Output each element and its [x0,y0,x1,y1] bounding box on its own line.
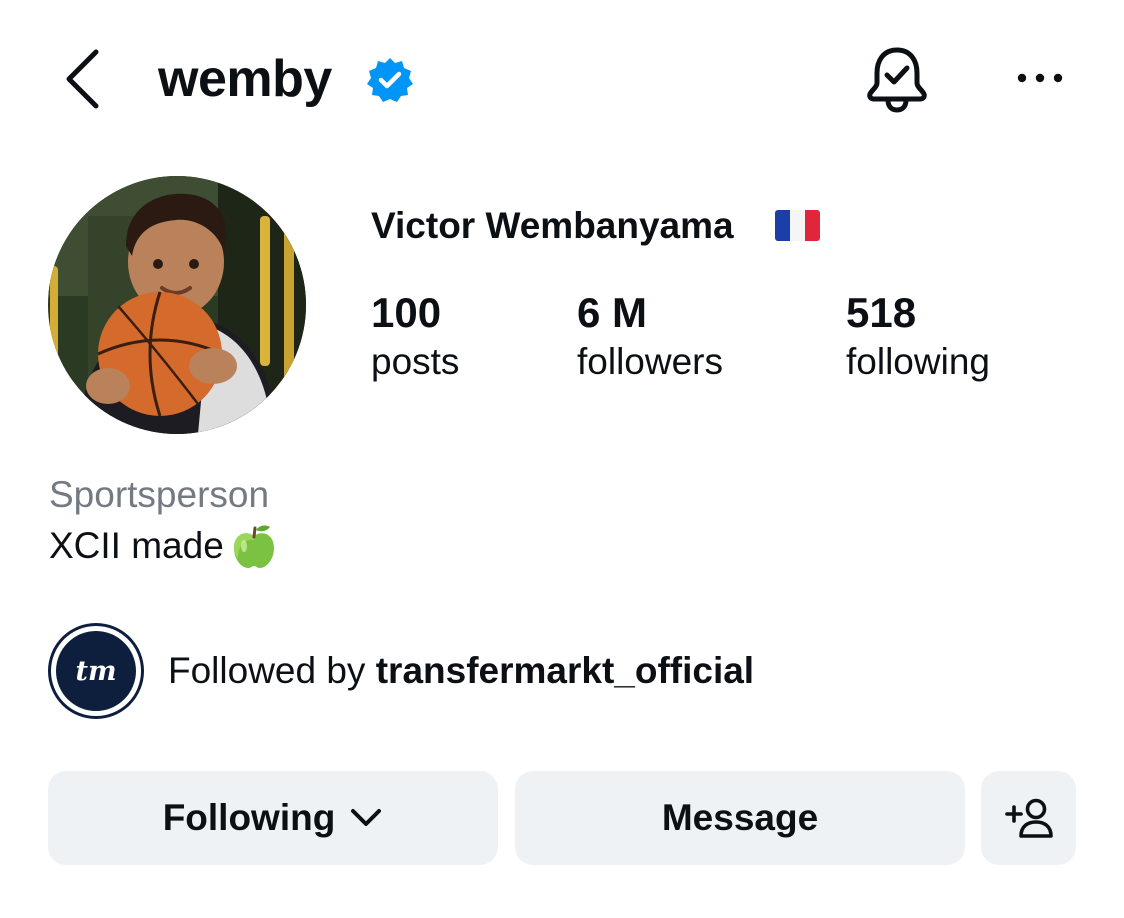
transfermarkt-logo: tm [56,631,136,711]
bell-check-icon [867,47,927,113]
following-count: 518 [846,289,917,336]
profile-username: wemby [158,50,332,108]
followers-count: 6 M [577,289,648,336]
stat-followers[interactable]: 6 M followers [577,288,723,386]
followed-by-text[interactable]: Followed by transfermarkt_official [168,648,754,694]
notifications-button[interactable] [862,42,932,114]
chevron-down-icon [351,809,382,826]
france-flag-icon [775,210,820,241]
add-person-icon [1004,798,1053,838]
profile-category: Sportsperson [49,474,270,515]
followed-by-account: transfermarkt_official [375,650,755,691]
following-button-label: Following [162,797,336,838]
profile-bio: XCII made [49,522,278,570]
message-button[interactable]: Message [515,771,965,865]
following-label: following [846,341,990,382]
more-options-button[interactable] [1012,60,1068,96]
chevron-left-icon [66,49,99,109]
profile-avatar[interactable] [48,176,306,434]
add-user-button[interactable] [981,771,1076,865]
followed-by-prefix: Followed by [168,650,376,691]
profile-photo [48,176,306,434]
posts-label: posts [371,341,460,382]
stat-following[interactable]: 518 following [846,288,990,386]
followed-by-avatar[interactable]: tm [48,623,144,719]
more-horizontal-icon [1017,73,1063,83]
following-button[interactable]: Following [48,771,498,865]
message-button-label: Message [661,797,819,838]
verified-badge-icon [366,56,414,104]
bio-text: XCII made [49,525,224,566]
posts-count: 100 [371,289,442,336]
profile-full-name: Victor Wembanyama [371,205,734,246]
stat-posts[interactable]: 100 posts [371,288,459,386]
back-button[interactable] [58,48,108,110]
green-apple-icon [233,525,274,568]
followers-label: followers [577,341,723,382]
